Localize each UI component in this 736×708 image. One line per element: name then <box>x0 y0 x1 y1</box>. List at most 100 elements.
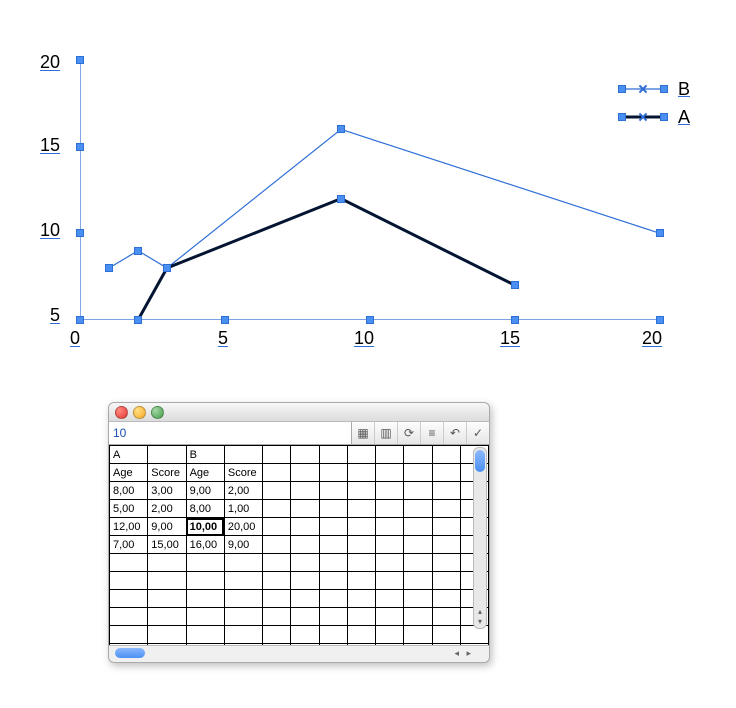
cell[interactable] <box>319 608 347 626</box>
cell[interactable] <box>148 554 186 572</box>
cell[interactable] <box>404 518 432 536</box>
cell[interactable] <box>319 536 347 554</box>
cell[interactable]: 9,00 <box>148 518 186 536</box>
cell[interactable] <box>347 500 375 518</box>
cell[interactable] <box>110 572 148 590</box>
cell[interactable] <box>376 482 404 500</box>
cell[interactable] <box>319 500 347 518</box>
column-header[interactable]: Score <box>148 464 186 482</box>
column-header[interactable] <box>319 464 347 482</box>
cell[interactable] <box>347 572 375 590</box>
cell[interactable]: 2,00 <box>148 500 186 518</box>
cell[interactable] <box>148 626 186 644</box>
zoom-icon[interactable] <box>151 406 164 419</box>
cell[interactable]: 9,00 <box>186 482 224 500</box>
column-header[interactable] <box>432 446 460 464</box>
cell[interactable]: 15,00 <box>148 536 186 554</box>
column-header[interactable] <box>404 464 432 482</box>
column-header[interactable]: Score <box>224 464 262 482</box>
horizontal-scrollbar[interactable]: ◂ ▸ <box>109 645 489 662</box>
rows-icon[interactable]: ≡ <box>420 422 443 444</box>
cell[interactable] <box>263 536 291 554</box>
legend-item[interactable]: A <box>618 103 690 131</box>
cell[interactable]: 3,00 <box>148 482 186 500</box>
cell-edit-input[interactable] <box>109 422 351 444</box>
column-header[interactable] <box>263 464 291 482</box>
cell[interactable] <box>404 626 432 644</box>
cell[interactable] <box>224 608 262 626</box>
cell[interactable] <box>263 500 291 518</box>
cell[interactable] <box>376 554 404 572</box>
column-header[interactable] <box>263 446 291 464</box>
cell[interactable] <box>347 626 375 644</box>
cell[interactable] <box>432 590 460 608</box>
cell[interactable] <box>110 590 148 608</box>
spreadsheet-area[interactable]: ABAgeScoreAgeScore8,003,009,002,005,002,… <box>109 445 489 645</box>
cell[interactable] <box>376 608 404 626</box>
cell[interactable] <box>186 554 224 572</box>
chart-plot-area[interactable] <box>80 60 660 320</box>
column-header[interactable] <box>224 446 262 464</box>
columns-icon[interactable]: ▥ <box>374 422 397 444</box>
cell[interactable] <box>263 572 291 590</box>
cell[interactable] <box>186 626 224 644</box>
cell[interactable] <box>319 554 347 572</box>
cell[interactable] <box>263 518 291 536</box>
cell[interactable] <box>263 590 291 608</box>
cell[interactable] <box>376 518 404 536</box>
cell[interactable] <box>432 482 460 500</box>
cell[interactable] <box>291 482 319 500</box>
cell[interactable] <box>404 572 432 590</box>
scroll-down-icon[interactable]: ▾ <box>475 616 485 626</box>
cell[interactable]: 8,00 <box>110 482 148 500</box>
window-titlebar[interactable] <box>109 403 489 422</box>
table-icon[interactable]: ▦ <box>352 422 374 444</box>
column-header[interactable]: A <box>110 446 148 464</box>
column-header[interactable] <box>291 446 319 464</box>
column-header[interactable] <box>148 446 186 464</box>
cell[interactable] <box>148 572 186 590</box>
cell[interactable] <box>263 482 291 500</box>
cell[interactable] <box>291 536 319 554</box>
column-header[interactable] <box>376 464 404 482</box>
column-header[interactable] <box>347 446 375 464</box>
cell[interactable] <box>404 500 432 518</box>
confirm-icon[interactable]: ✓ <box>466 422 489 444</box>
cell[interactable] <box>404 608 432 626</box>
vertical-scrollbar[interactable]: ▴ ▾ <box>473 447 487 629</box>
column-header[interactable]: B <box>186 446 224 464</box>
cell[interactable] <box>224 554 262 572</box>
cell[interactable] <box>186 590 224 608</box>
v-scroll-thumb[interactable] <box>475 450 485 472</box>
cell[interactable] <box>432 608 460 626</box>
scroll-left-icon[interactable]: ◂ <box>454 648 459 659</box>
cell[interactable] <box>432 500 460 518</box>
cell[interactable] <box>148 608 186 626</box>
cell[interactable] <box>110 608 148 626</box>
cell[interactable]: 10,00 <box>186 518 224 536</box>
cell[interactable] <box>291 572 319 590</box>
cell[interactable] <box>291 518 319 536</box>
cell[interactable] <box>432 554 460 572</box>
cell[interactable] <box>319 572 347 590</box>
cell[interactable] <box>110 626 148 644</box>
cell[interactable] <box>347 536 375 554</box>
cell[interactable]: 12,00 <box>110 518 148 536</box>
cell[interactable] <box>376 590 404 608</box>
column-header[interactable] <box>291 464 319 482</box>
cell[interactable]: 2,00 <box>224 482 262 500</box>
cell[interactable] <box>432 518 460 536</box>
h-scroll-thumb[interactable] <box>115 648 145 658</box>
scroll-up-icon[interactable]: ▴ <box>475 606 485 616</box>
cell[interactable] <box>319 518 347 536</box>
cell[interactable] <box>263 608 291 626</box>
cell[interactable]: 9,00 <box>224 536 262 554</box>
column-header[interactable] <box>319 446 347 464</box>
cell[interactable] <box>319 482 347 500</box>
cell[interactable] <box>291 500 319 518</box>
cell[interactable] <box>319 626 347 644</box>
cell[interactable] <box>432 536 460 554</box>
cell[interactable] <box>347 590 375 608</box>
cell[interactable] <box>376 536 404 554</box>
cell[interactable] <box>224 572 262 590</box>
